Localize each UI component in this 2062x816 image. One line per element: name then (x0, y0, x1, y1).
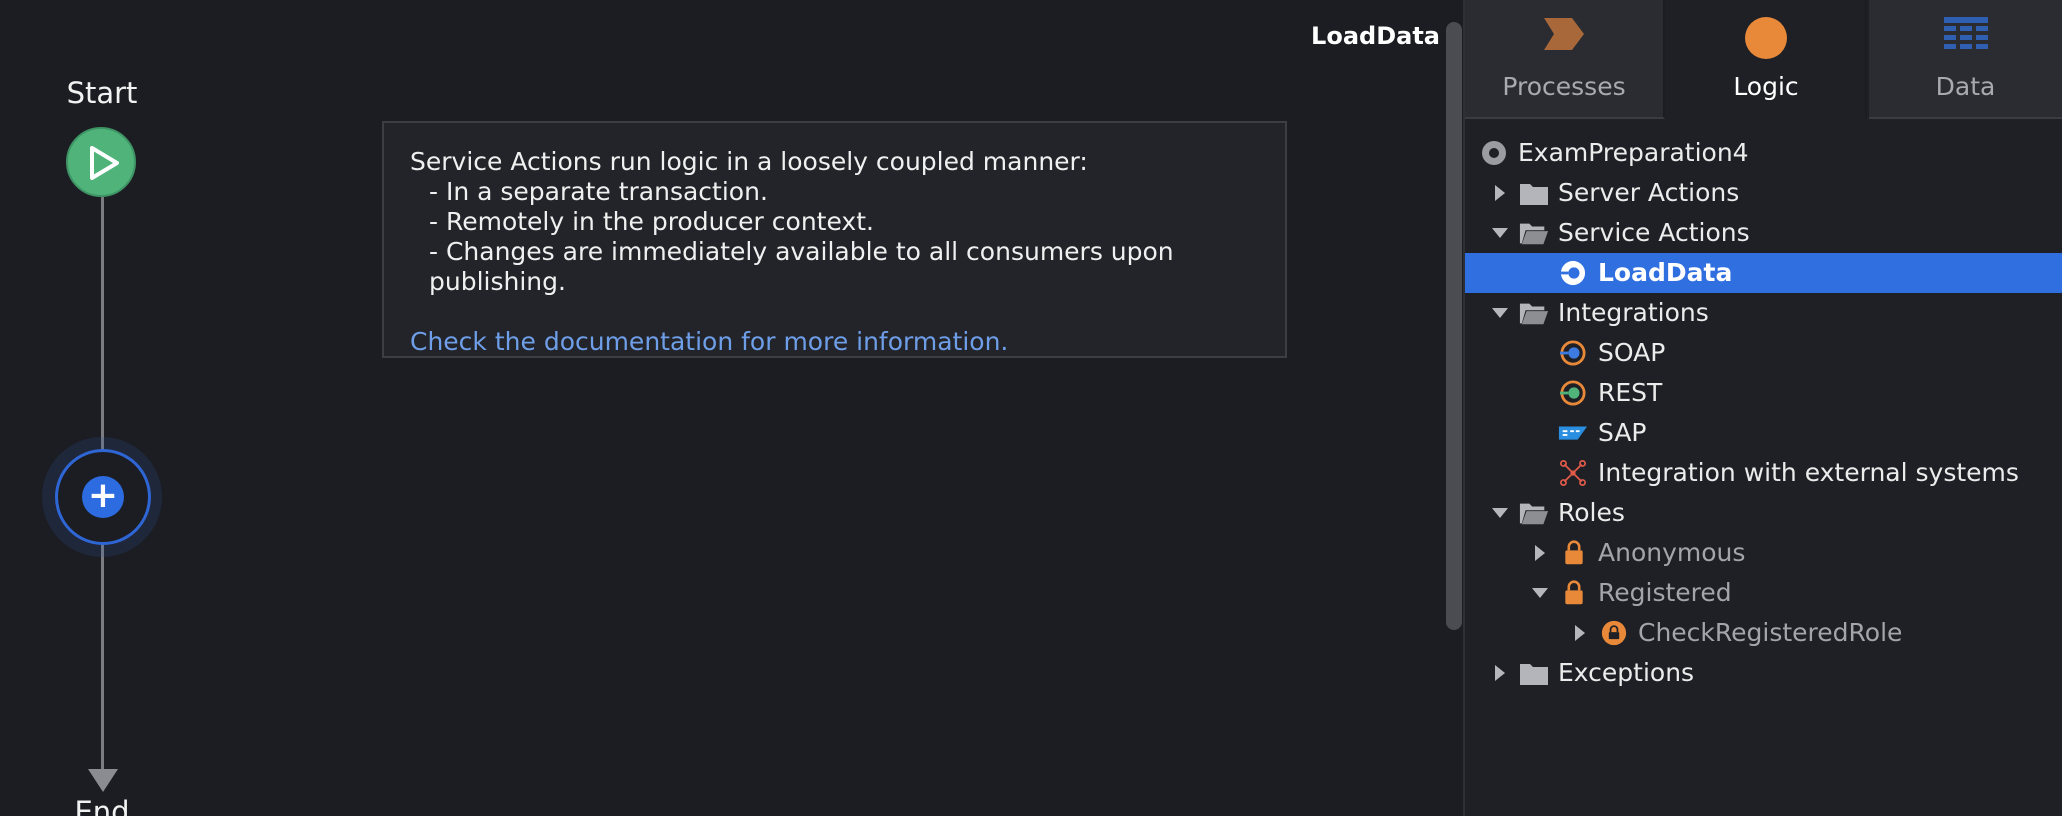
tree-item-label: Service Actions (1558, 218, 1750, 247)
tree-item-label: LoadData (1598, 258, 1733, 287)
tree-item-module[interactable]: ExamPreparation4 (1465, 133, 2062, 173)
tree-item-soap[interactable]: SOAP (1465, 333, 2062, 373)
folder-icon (1520, 664, 1548, 685)
tree-item-label: ExamPreparation4 (1518, 138, 1749, 167)
chevron-right-icon[interactable] (1529, 533, 1553, 573)
tree-item-label: Roles (1558, 498, 1625, 527)
chevron-down-icon[interactable] (1489, 293, 1513, 333)
module-icon (1482, 141, 1506, 165)
chevron-right-icon[interactable] (1569, 613, 1593, 653)
end-label: End (74, 795, 130, 816)
start-label: Start (66, 76, 138, 110)
tree-item-integrations[interactable]: Integrations (1465, 293, 2062, 333)
folder-open-icon (1519, 223, 1549, 245)
folder-open-icon (1519, 303, 1549, 325)
rest-icon (1560, 380, 1586, 406)
tree-item-label: Exceptions (1558, 658, 1695, 687)
tree-item-label: SOAP (1598, 338, 1666, 367)
tree-item-label: SAP (1598, 418, 1647, 447)
data-grid-icon (1943, 17, 1988, 49)
play-icon (90, 146, 119, 180)
service-action-info-box: Service Actions run logic in a loosely c… (382, 121, 1287, 358)
soap-icon (1560, 340, 1586, 366)
info-bullet: - Remotely in the producer context. (429, 207, 874, 236)
tab-processes[interactable]: Processes (1465, 0, 1665, 119)
sap-icon (1558, 426, 1588, 440)
tree-item-label: Integrations (1558, 298, 1709, 327)
tab-logic[interactable]: Logic (1667, 0, 1867, 119)
info-bullet: - In a separate transaction. (429, 177, 768, 206)
tab-label: Logic (1733, 72, 1799, 101)
info-heading: Service Actions run logic in a loosely c… (410, 147, 1088, 176)
lock-icon (1565, 540, 1583, 565)
external-integration-icon (1560, 460, 1587, 486)
tree-item-label: Anonymous (1598, 538, 1746, 567)
add-node-button[interactable]: + (82, 476, 124, 518)
folder-open-icon (1519, 503, 1549, 525)
right-panel: Processes Logic Data ExamPreparation4 Se… (1463, 0, 2062, 816)
logic-circle-icon (1745, 17, 1787, 59)
tree-item-label: REST (1598, 378, 1663, 407)
process-chevron-icon (1544, 18, 1584, 50)
service-action-icon (1560, 260, 1586, 286)
tree-item-external-integration[interactable]: Integration with external systems (1465, 453, 2062, 493)
tree-item-label: CheckRegisteredRole (1638, 618, 1903, 647)
tab-label: Processes (1502, 72, 1626, 101)
tree-item-label: Registered (1598, 578, 1732, 607)
tree-item-label: Server Actions (1558, 178, 1740, 207)
tree-item-loaddata[interactable]: LoadData (1465, 253, 2062, 293)
panel-tabs: Processes Logic Data (1465, 0, 2062, 119)
role-action-icon (1601, 620, 1627, 646)
chevron-down-icon[interactable] (1489, 493, 1513, 533)
logic-tree: ExamPreparation4 Server Actions Service … (1465, 133, 2062, 693)
chevron-right-icon[interactable] (1489, 173, 1513, 213)
chevron-right-icon[interactable] (1489, 653, 1513, 693)
chevron-down-icon[interactable] (1489, 213, 1513, 253)
flow-arrow-icon (88, 769, 118, 792)
action-title: LoadData (1311, 22, 1440, 50)
tree-item-rest[interactable]: REST (1465, 373, 2062, 413)
tree-item-registered[interactable]: Registered (1465, 573, 2062, 613)
tree-item-sap[interactable]: SAP (1465, 413, 2062, 453)
info-bullet: - Changes are immediately available to a… (429, 237, 1174, 296)
tree-item-checkregisteredrole[interactable]: CheckRegisteredRole (1465, 613, 2062, 653)
tree-item-service-actions[interactable]: Service Actions (1465, 213, 2062, 253)
start-node[interactable] (66, 127, 136, 197)
documentation-link[interactable]: Check the documentation for more informa… (410, 327, 1008, 357)
tree-item-anonymous[interactable]: Anonymous (1465, 533, 2062, 573)
tree-item-label: Integration with external systems (1598, 458, 2019, 487)
canvas-scrollbar[interactable] (1446, 22, 1462, 630)
flow-canvas[interactable]: Start + End Service Actions run logic in… (0, 0, 1440, 816)
folder-icon (1520, 184, 1548, 205)
tree-item-roles[interactable]: Roles (1465, 493, 2062, 533)
tab-label: Data (1935, 72, 1996, 101)
chevron-down-icon[interactable] (1529, 573, 1553, 613)
tab-data[interactable]: Data (1869, 0, 2062, 119)
tree-item-exceptions[interactable]: Exceptions (1465, 653, 2062, 693)
tree-item-server-actions[interactable]: Server Actions (1465, 173, 2062, 213)
lock-icon (1565, 580, 1583, 605)
